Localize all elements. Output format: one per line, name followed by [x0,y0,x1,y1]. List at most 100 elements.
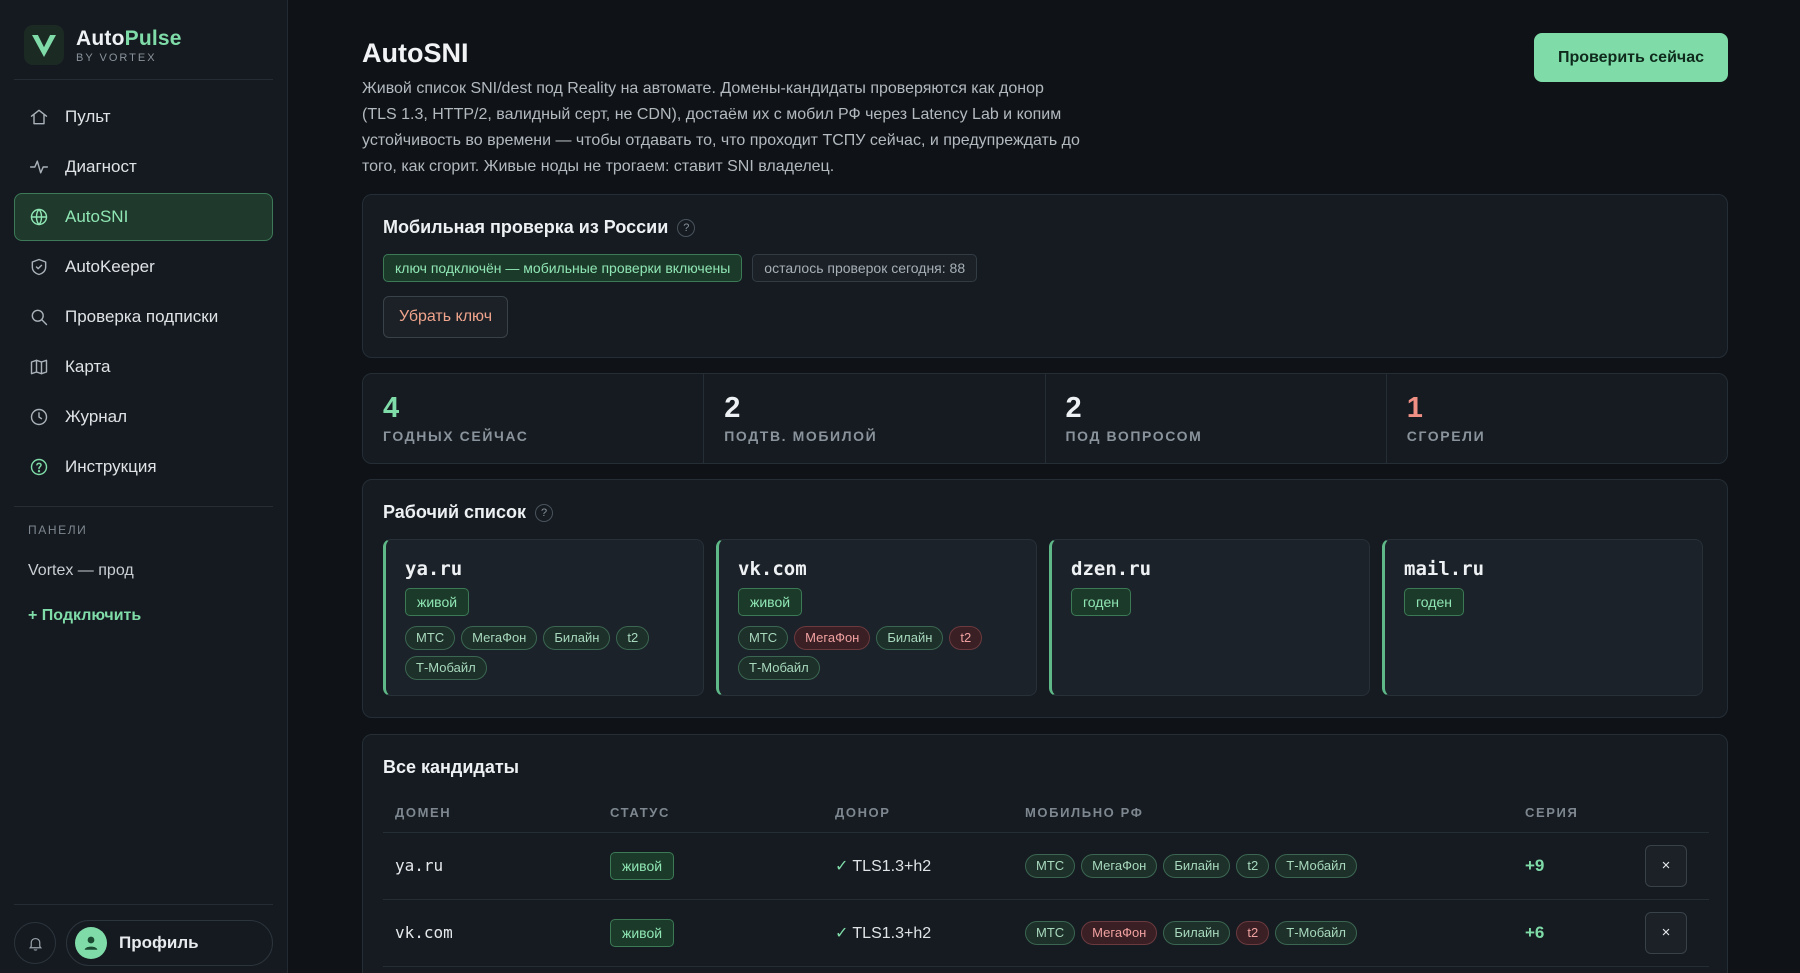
operator-chip: Билайн [543,626,611,650]
cell-donor: ✓ TLS1.3+h2 [823,899,1013,967]
page-title: AutoSNI [362,38,469,68]
worklist-domain: ya.ru [405,558,463,580]
operator-chip: Билайн [1163,920,1231,945]
cell-status: живой [598,832,823,900]
worklist-card: Рабочий список ? ya.ru живой МТС МегаФон Бил… [362,479,1728,718]
panel-item-vortex-prod[interactable]: Vortex — прод [28,562,134,580]
status-badge: живой [738,588,803,616]
sidebar-item-map[interactable]: Карта [14,343,273,391]
cell-mobile: МТС МегаФон Билайн t2 Т-Мобайл [1013,832,1513,900]
sidebar-item-diagnost[interactable]: Диагност [14,143,273,191]
sidebar-item-journal[interactable]: Журнал [14,393,273,441]
mobile-check-card: Мобильная проверка из России ? ключ подк… [362,194,1728,358]
user-icon [84,936,98,950]
operator-chips: МТС МегаФон Билайн t2 Т-Мобайл [405,626,675,680]
page-description: Живой список SNI/dest под Reality на авт… [362,80,1080,175]
stat-burned: 1 СГОРЕЛИ [1387,374,1727,463]
table-row: ya.ru живой ✓ TLS1.3+h2 МТС МегаФон Билайн t2 Т-… [383,832,1709,900]
sidebar-item-label: Карта [65,357,111,376]
autopulse-logo-icon [24,25,64,65]
help-icon[interactable]: ? [535,503,553,522]
operator-chip: Т-Мобайл [1275,920,1357,945]
cell-actions: × [1633,899,1709,967]
sidebar-item-label: AutoKeeper [65,257,155,276]
worklist-domain: vk.com [738,558,807,580]
remaining-checks-badge: осталось проверок сегодня: 88 [752,254,978,282]
worklist-item[interactable]: ya.ru живой МТС МегаФон Билайн t2 Т-Мобайл [383,539,704,696]
help-icon[interactable]: ? [677,218,696,237]
candidates-title: Все кандидаты [383,757,520,777]
stat-label: ГОДНЫХ СЕЙЧАС [383,428,529,444]
avatar [75,927,107,959]
worklist-item[interactable]: mail.ru годен [1382,539,1703,696]
sidebar-item-label: Диагност [65,157,137,176]
sidebar-divider [14,506,273,507]
connect-panel-link[interactable]: + Подключить [28,607,141,625]
check-now-button[interactable]: Проверить сейчас [1534,33,1728,82]
stats-bar: 4 ГОДНЫХ СЕЙЧАС 2 ПОДТВ. МОБИЛОЙ 2 ПОД В… [362,373,1728,464]
worklist-title: Рабочий список ? [383,502,1707,523]
operator-chip: Т-Мобайл [738,656,820,680]
column-header-domain[interactable]: ДОМЕН [383,794,598,833]
profile-label: Профиль [119,933,199,952]
sidebar-item-label: Пульт [65,107,111,126]
sidebar-item-autokeeper[interactable]: AutoKeeper [14,243,273,291]
operator-chip: МТС [405,626,456,650]
mobile-check-title: Мобильная проверка из России ? [383,217,1707,238]
table-header-row: ДОМЕН СТАТУС ДОНОР МОБИЛЬНО РФ СЕРИЯ [383,794,1709,833]
sidebar: AutoPulse BY VORTEX Пульт Диагност AutoS… [0,0,288,973]
brand[interactable]: AutoPulse BY VORTEX [24,24,182,66]
operator-chips: МТС МегаФон Билайн t2 Т-Мобайл [738,626,1008,680]
sidebar-item-label: AutoSNI [65,207,129,226]
sidebar-item-pult[interactable]: Пульт [14,93,273,141]
cell-domain: ya.ru [383,832,598,900]
cell-donor: ✓ TLS1.3+h2 [823,832,1013,900]
stat-questionable: 2 ПОД ВОПРОСОМ [1046,374,1387,463]
sidebar-item-subscription-check[interactable]: Проверка подписки [14,293,273,341]
column-header-donor[interactable]: ДОНОР [823,794,1013,833]
operator-chip: t2 [1236,853,1270,878]
help-icon [30,458,48,476]
check-icon: ✓ [835,924,849,942]
column-header-mobile[interactable]: МОБИЛЬНО РФ [1013,794,1513,833]
sidebar-nav: Пульт Диагност AutoSNI AutoKeeper Провер… [14,93,273,493]
remove-key-button[interactable]: Убрать ключ [383,296,509,338]
stat-mobile-confirmed: 2 ПОДТВ. МОБИЛОЙ [704,374,1046,463]
worklist-item[interactable]: vk.com живой МТС МегаФон Билайн t2 Т-Мобайл [716,539,1037,696]
globe-icon [30,208,48,226]
column-header-status[interactable]: СТАТУС [598,794,823,833]
column-header-series[interactable]: СЕРИЯ [1513,794,1633,833]
search-icon [31,309,48,326]
operator-chip: МТС [738,626,789,650]
donor-value: TLS1.3+h2 [852,924,932,942]
brand-subtitle: BY VORTEX [76,51,157,64]
remove-candidate-button[interactable]: × [1645,844,1687,887]
stat-label: ПОД ВОПРОСОМ [1065,428,1203,444]
candidates-table: ДОМЕН СТАТУС ДОНОР МОБИЛЬНО РФ СЕРИЯ ya.… [383,794,1709,967]
sidebar-item-autosni[interactable]: AutoSNI [14,193,273,241]
stat-value: 2 [724,392,741,424]
remove-candidate-button[interactable]: × [1645,911,1687,954]
worklist-item[interactable]: dzen.ru годен [1049,539,1370,696]
operator-chip: МегаФон [794,626,871,650]
notifications-button[interactable] [14,922,56,964]
operator-chip: Билайн [876,626,944,650]
worklist-domain: dzen.ru [1071,558,1152,580]
status-badge: живой [610,918,675,947]
operator-chip: Билайн [1163,853,1231,878]
cell-domain: vk.com [383,899,598,967]
sidebar-item-label: Проверка подписки [65,307,219,326]
shield-icon [31,258,47,276]
sidebar-divider [14,904,273,905]
stat-value: 2 [1065,392,1082,424]
bell-icon [28,937,42,951]
column-header-actions [1633,794,1709,833]
sidebar-item-label: Журнал [65,407,128,426]
operator-chip: Т-Мобайл [405,656,487,680]
sidebar-item-instructions[interactable]: Инструкция [14,443,273,491]
cell-status: живой [598,899,823,967]
pulse-icon [29,160,49,174]
worklist-domain: mail.ru [1404,558,1485,580]
cell-mobile: МТС МегаФон Билайн t2 Т-Мобайл [1013,899,1513,967]
profile-button[interactable]: Профиль [66,920,273,966]
